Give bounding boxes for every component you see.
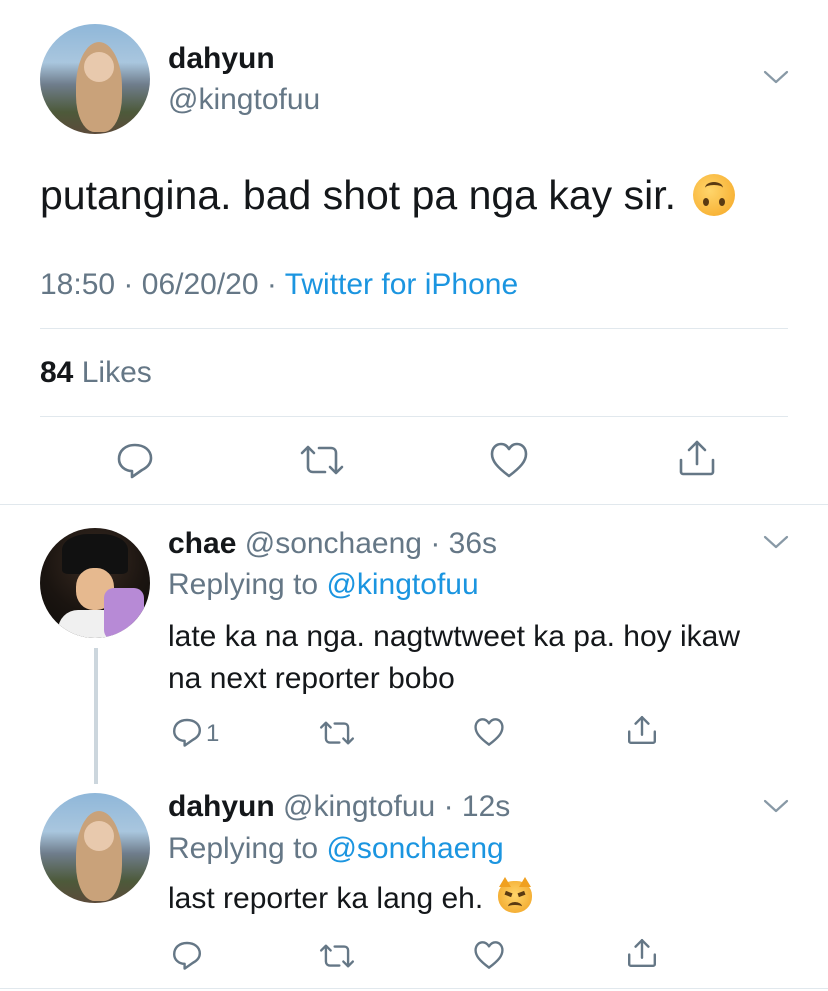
handle[interactable]: @kingtofuu (168, 83, 320, 117)
meta-separator: · (421, 527, 449, 560)
divider (0, 988, 828, 989)
like-heart-icon[interactable] (489, 441, 529, 479)
divider (40, 328, 788, 329)
mention-link[interactable]: @sonchaeng (326, 832, 503, 865)
avatar[interactable] (40, 24, 150, 134)
reply-header: dahyun @kingtofuu · 12s (168, 790, 510, 824)
pouting-cat-face-emoji (497, 877, 532, 914)
tweet-age: 12s (461, 790, 511, 823)
divider (0, 504, 828, 505)
retweet-icon[interactable] (318, 719, 356, 747)
replying-to: Replying to @sonchaeng (168, 832, 504, 866)
tweet-source-link[interactable]: Twitter for iPhone (285, 268, 518, 301)
upside-down-face-emoji (693, 174, 736, 217)
likes-label: Likes (81, 356, 152, 389)
reply-text-content: last reporter ka lang eh. (168, 882, 484, 915)
reply-icon[interactable] (171, 716, 203, 748)
replying-to: Replying to @kingtofuu (168, 568, 479, 602)
share-icon[interactable] (677, 438, 717, 478)
display-name[interactable]: dahyun (168, 790, 275, 823)
reply-icon[interactable] (171, 939, 203, 971)
tweet-text: putangina. bad shot pa nga kay sir. (40, 172, 736, 219)
replying-prefix: Replying to (168, 832, 319, 865)
handle[interactable]: @kingtofuu (283, 790, 435, 823)
tweet-time: 18:50 (40, 268, 116, 301)
tweet-meta: 18:50 · 06/20/20 · Twitter for iPhone (40, 268, 518, 302)
reply-count: 1 (206, 720, 220, 747)
reply-header: chae @sonchaeng · 36s (168, 527, 497, 561)
retweet-icon[interactable] (298, 443, 346, 477)
thread-line (94, 648, 98, 784)
meta-separator: · (266, 268, 277, 301)
meta-separator: · (435, 790, 462, 823)
likes-count: 84 (40, 356, 74, 389)
reply-text-line1: late ka na nga. nagtwtweet ka pa. hoy ik… (168, 620, 741, 653)
tweet-date: 06/20/20 (141, 268, 259, 301)
display-name[interactable]: chae (168, 527, 236, 560)
tweet-text-content: putangina. bad shot pa nga kay sir. (40, 172, 676, 218)
tweet-age: 36s (448, 527, 498, 560)
mention-link[interactable]: @kingtofuu (326, 568, 478, 601)
replying-prefix: Replying to (168, 568, 319, 601)
chevron-down-icon[interactable] (763, 534, 789, 550)
chevron-down-icon[interactable] (763, 798, 789, 814)
share-icon[interactable] (626, 937, 658, 969)
like-heart-icon[interactable] (473, 940, 505, 970)
display-name[interactable]: dahyun (168, 42, 275, 76)
reply-text: last reporter ka lang eh. (168, 877, 532, 916)
reply-icon[interactable] (115, 440, 155, 480)
handle[interactable]: @sonchaeng (245, 527, 422, 560)
retweet-icon[interactable] (318, 942, 356, 970)
avatar[interactable] (40, 528, 150, 638)
avatar[interactable] (40, 793, 150, 903)
meta-separator: · (123, 268, 134, 301)
chevron-down-icon[interactable] (763, 69, 789, 85)
likes-stat[interactable]: 84 Likes (40, 356, 152, 390)
like-heart-icon[interactable] (473, 717, 505, 747)
share-icon[interactable] (626, 714, 658, 746)
reply-text-line2: na next reporter bobo (168, 662, 455, 695)
divider (40, 416, 788, 417)
